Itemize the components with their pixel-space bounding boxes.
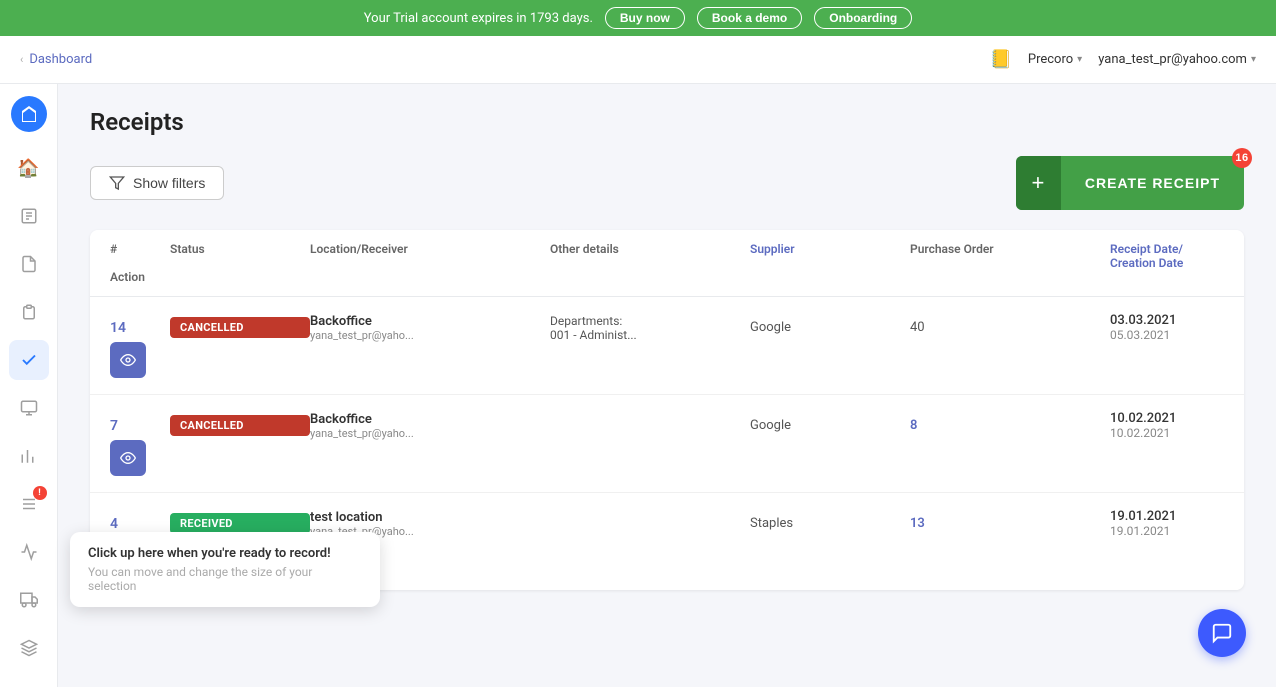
filter-icon <box>109 175 125 191</box>
col-location: Location/Receiver <box>310 242 550 270</box>
hint-title: Click up here when you're ready to recor… <box>88 546 362 561</box>
trial-banner: Your Trial account expires in 1793 days.… <box>0 0 1276 36</box>
row-num: 7 <box>110 418 170 434</box>
sidebar-item-receipts[interactable] <box>9 340 49 380</box>
list-badge: ! <box>33 486 47 500</box>
table-row: 14 CANCELLED Backoffice yana_test_pr@yah… <box>90 297 1244 395</box>
org-name: Precoro <box>1028 52 1073 67</box>
creation-date: 19.01.2021 <box>1110 524 1190 538</box>
app-logo[interactable] <box>11 96 47 132</box>
row-num: 4 <box>110 516 170 532</box>
sidebar-item-invoice[interactable] <box>9 292 49 332</box>
hint-box: Click up here when you're ready to recor… <box>70 532 380 607</box>
chat-button[interactable] <box>1198 609 1246 657</box>
onboarding-button[interactable]: Onboarding <box>814 7 912 29</box>
col-receipt-date: Receipt Date/ Creation Date <box>1110 242 1190 270</box>
sidebar-item-home[interactable]: 🏠 <box>9 148 49 188</box>
dept-code: 001 - Administ... <box>550 328 750 342</box>
user-email: yana_test_pr@yahoo.com <box>1098 52 1247 67</box>
creation-date: 10.02.2021 <box>1110 426 1190 440</box>
sidebar-item-integration[interactable] <box>9 388 49 428</box>
user-selector[interactable]: yana_test_pr@yahoo.com ▾ <box>1098 52 1256 67</box>
sidebar-item-purchase-request[interactable] <box>9 196 49 236</box>
supplier-name: Staples <box>750 516 910 531</box>
org-chevron-down-icon: ▾ <box>1077 54 1082 65</box>
top-nav: ‹ Dashboard 📒 Precoro ▾ yana_test_pr@yah… <box>0 36 1276 84</box>
org-selector[interactable]: Precoro ▾ <box>1028 52 1082 67</box>
show-filters-label: Show filters <box>133 175 205 191</box>
sidebar-item-analytics[interactable] <box>9 532 49 572</box>
purchase-order-link[interactable]: 8 <box>910 418 1110 433</box>
toolbar: Show filters + CREATE RECEIPT 16 <box>90 156 1244 210</box>
breadcrumb-chevron-icon: ‹ <box>20 53 23 66</box>
receiver-email: yana_test_pr@yaho... <box>310 427 550 440</box>
status-badge: CANCELLED <box>170 415 310 436</box>
col-action: Action <box>110 270 170 284</box>
col-status: Status <box>170 242 310 270</box>
sidebar-item-delivery[interactable] <box>9 580 49 620</box>
location-cell: Backoffice yana_test_pr@yaho... <box>310 314 550 342</box>
show-filters-button[interactable]: Show filters <box>90 166 224 200</box>
sidebar-item-layers[interactable] <box>9 628 49 668</box>
receipt-date: 03.03.2021 <box>1110 313 1190 328</box>
breadcrumb-parent[interactable]: Dashboard <box>29 52 92 67</box>
hint-subtitle: You can move and change the size of your… <box>88 565 362 593</box>
location-name: test location <box>310 510 550 525</box>
receiver-email: yana_test_pr@yaho... <box>310 329 550 342</box>
dates-cell: 10.02.2021 10.02.2021 <box>1110 411 1190 440</box>
book-demo-button[interactable]: Book a demo <box>697 7 802 29</box>
col-supplier[interactable]: Supplier <box>750 242 910 270</box>
status-badge: CANCELLED <box>170 317 310 338</box>
create-receipt-plus-icon: + <box>1016 156 1061 210</box>
book-icon[interactable]: 📒 <box>989 49 1011 70</box>
page-title: Receipts <box>90 108 1244 136</box>
dept-label: Departments: <box>550 314 750 328</box>
receipt-date: 10.02.2021 <box>1110 411 1190 426</box>
creation-date: 05.03.2021 <box>1110 328 1190 342</box>
location-name: Backoffice <box>310 412 550 427</box>
create-receipt-badge: 16 <box>1232 148 1252 168</box>
view-button[interactable] <box>110 440 146 476</box>
create-receipt-label: CREATE RECEIPT <box>1061 161 1244 205</box>
user-chevron-down-icon: ▾ <box>1251 54 1256 65</box>
location-name: Backoffice <box>310 314 550 329</box>
top-nav-right: 📒 Precoro ▾ yana_test_pr@yahoo.com ▾ <box>989 49 1256 70</box>
dates-cell: 03.03.2021 05.03.2021 <box>1110 313 1190 342</box>
col-po: Purchase Order <box>910 242 1110 270</box>
dates-cell: 19.01.2021 19.01.2021 <box>1110 509 1190 538</box>
breadcrumb[interactable]: ‹ Dashboard <box>20 52 92 67</box>
purchase-order: 40 <box>910 320 1110 335</box>
trial-text: Your Trial account expires in 1793 days. <box>364 11 593 26</box>
sidebar-item-reports[interactable] <box>9 436 49 476</box>
other-details-cell: Departments: 001 - Administ... <box>550 314 750 342</box>
location-cell: Backoffice yana_test_pr@yaho... <box>310 412 550 440</box>
supplier-name: Google <box>750 320 910 335</box>
table-header: # Status Location/Receiver Other details… <box>90 230 1244 297</box>
supplier-name: Google <box>750 418 910 433</box>
col-other: Other details <box>550 242 750 270</box>
view-button[interactable] <box>110 342 146 378</box>
create-receipt-button[interactable]: + CREATE RECEIPT 16 <box>1016 156 1244 210</box>
buy-now-button[interactable]: Buy now <box>605 7 685 29</box>
table-row: 7 CANCELLED Backoffice yana_test_pr@yaho… <box>90 395 1244 493</box>
sidebar: 🏠 ! <box>0 84 58 687</box>
col-num: # <box>110 242 170 270</box>
receipt-date: 19.01.2021 <box>1110 509 1190 524</box>
row-num: 14 <box>110 320 170 336</box>
purchase-order-link[interactable]: 13 <box>910 516 1110 531</box>
sidebar-item-list[interactable]: ! <box>9 484 49 524</box>
sidebar-item-purchase-order[interactable] <box>9 244 49 284</box>
status-badge: RECEIVED <box>170 513 310 534</box>
